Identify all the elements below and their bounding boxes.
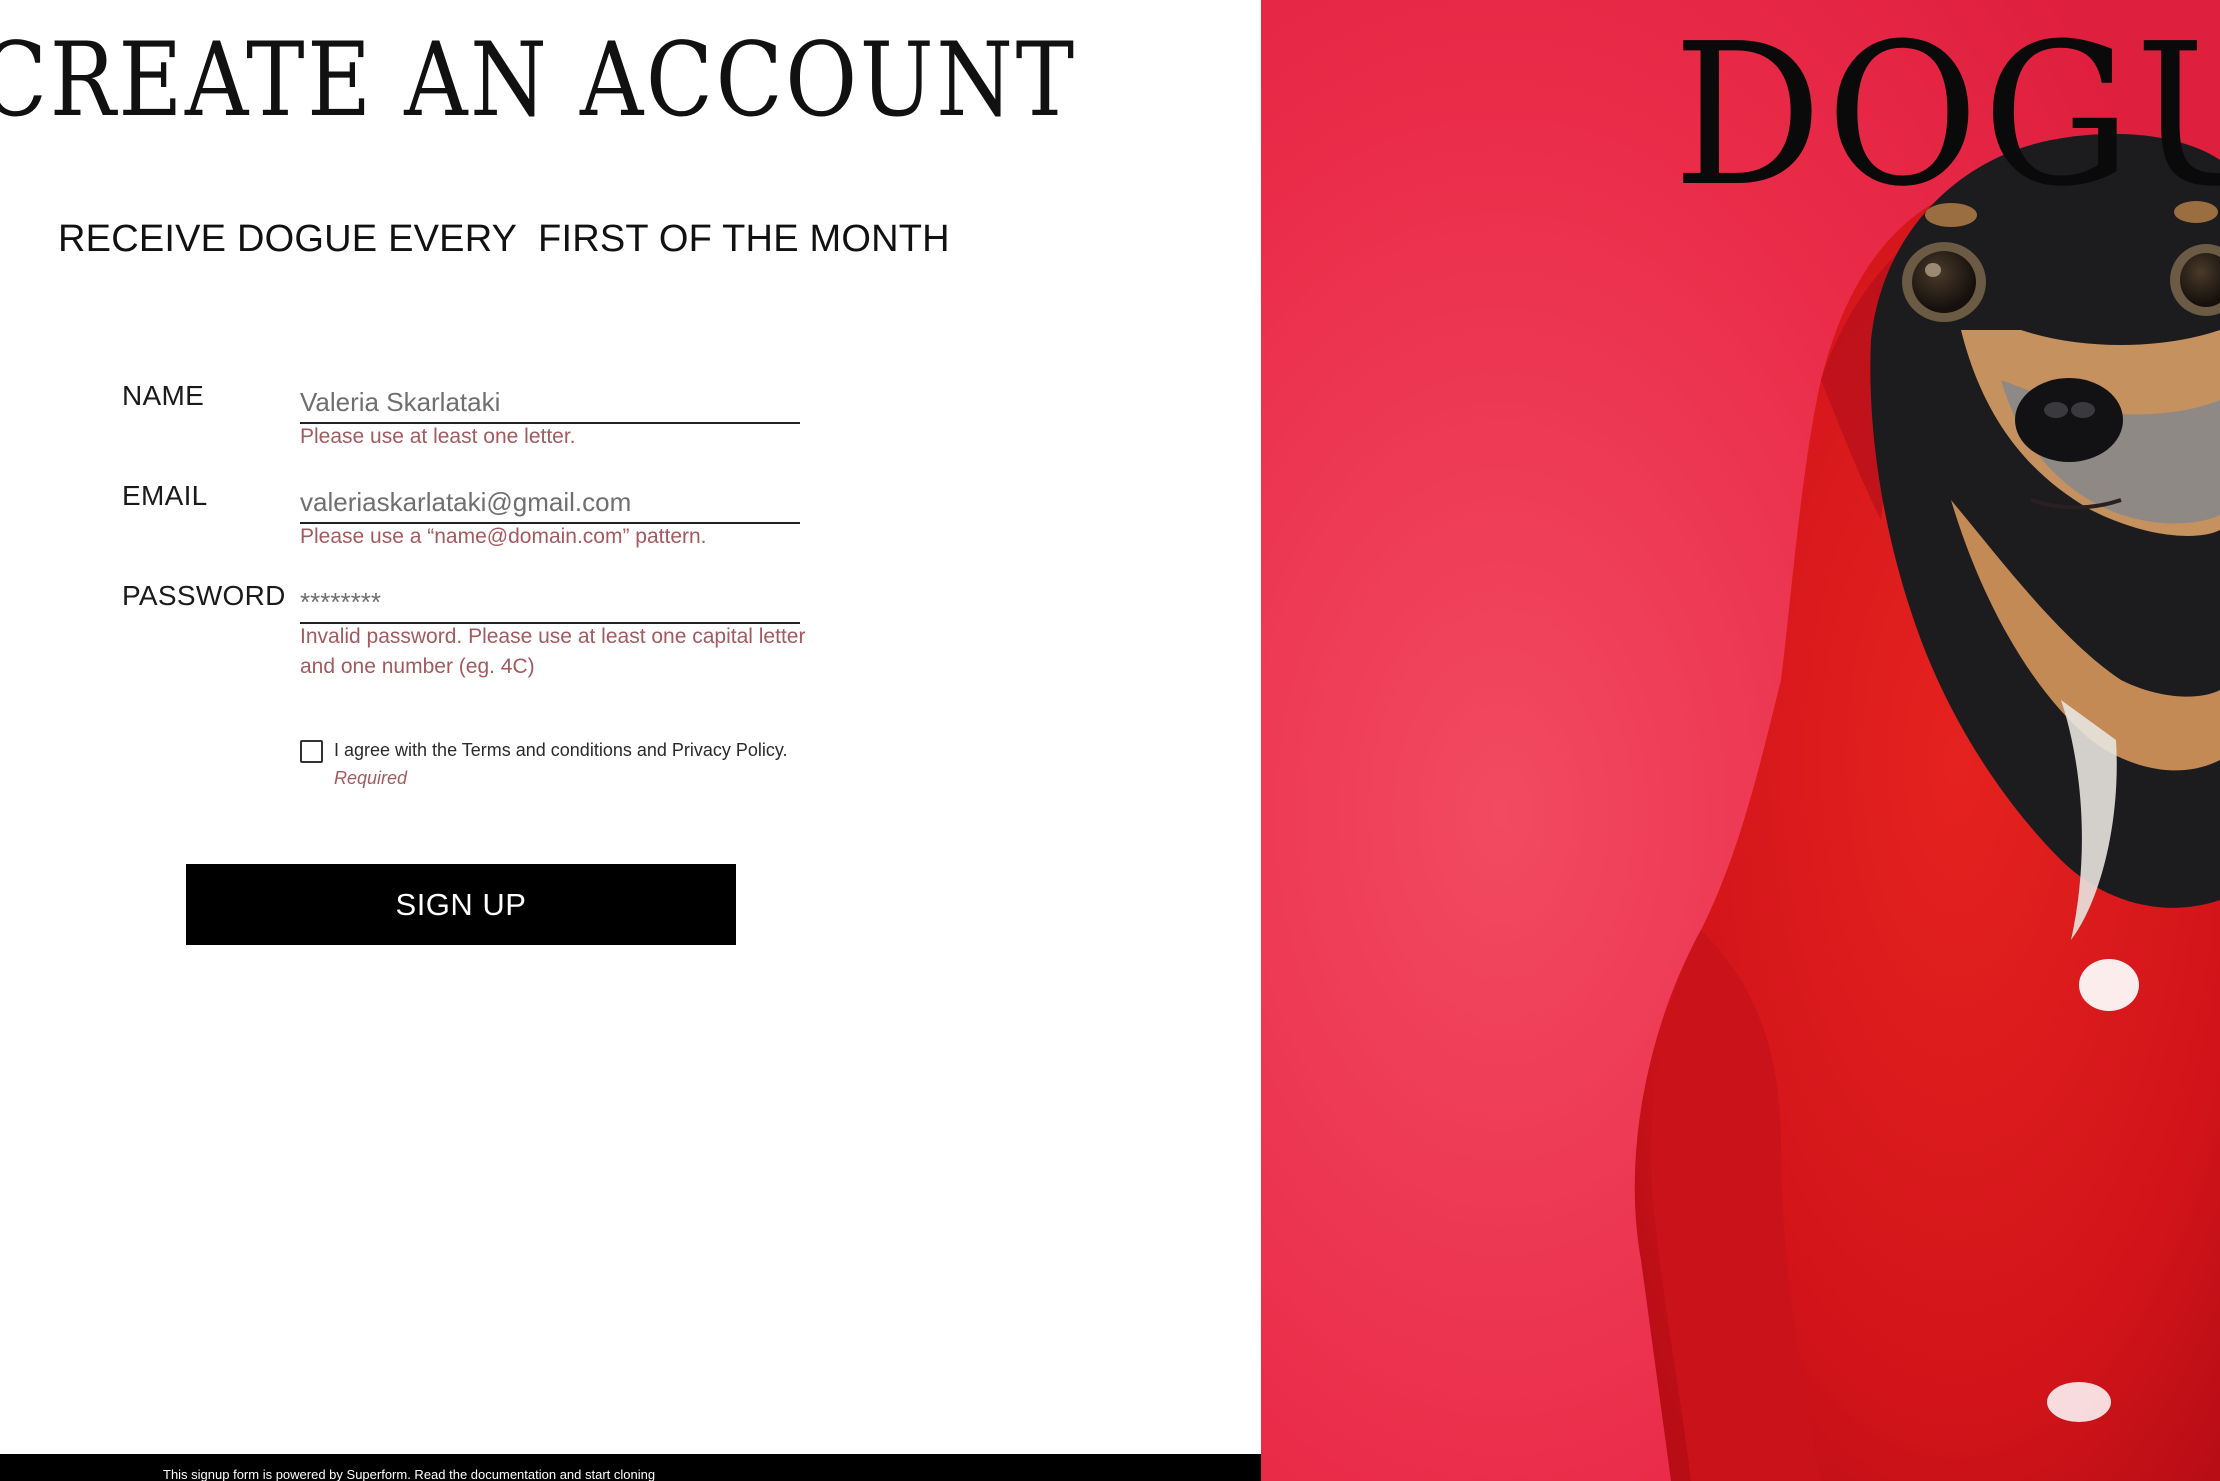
dogue-logo: DOGUE [1673,2,2220,230]
page-subtitle: RECEIVE DOGUE EVERY FIRST OF THE MONTH [58,218,950,260]
terms-agreement-label[interactable]: I agree with the Terms and conditions an… [334,740,788,760]
terms-checkbox[interactable] [300,740,323,763]
name-input[interactable] [300,382,800,424]
name-error-message: Please use at least one letter. [300,425,576,448]
signup-panel: CREATE AN ACCOUNT RECEIVE DOGUE EVERY FI… [0,0,1261,1481]
password-error-message: Invalid password. Please use at least on… [300,625,806,678]
name-label: NAME [122,380,205,411]
email-input[interactable] [300,482,800,524]
email-error-message: Please use a “name@domain.com” pattern. [300,525,707,548]
password-input[interactable] [300,582,800,624]
email-label: EMAIL [122,480,208,511]
required-note: Required [334,768,408,788]
page-title: CREATE AN ACCOUNT [0,21,1077,140]
sign-up-button[interactable]: SIGN UP [186,864,736,945]
cover-panel: DOGUE [1261,0,2220,1481]
terms-agreement: I agree with the Terms and conditions an… [334,736,804,792]
password-label: PASSWORD [122,580,286,611]
footer-text[interactable]: This signup form is powered by Superform… [163,1467,655,1481]
footer-bar: This signup form is powered by Superform… [0,1454,1261,1481]
